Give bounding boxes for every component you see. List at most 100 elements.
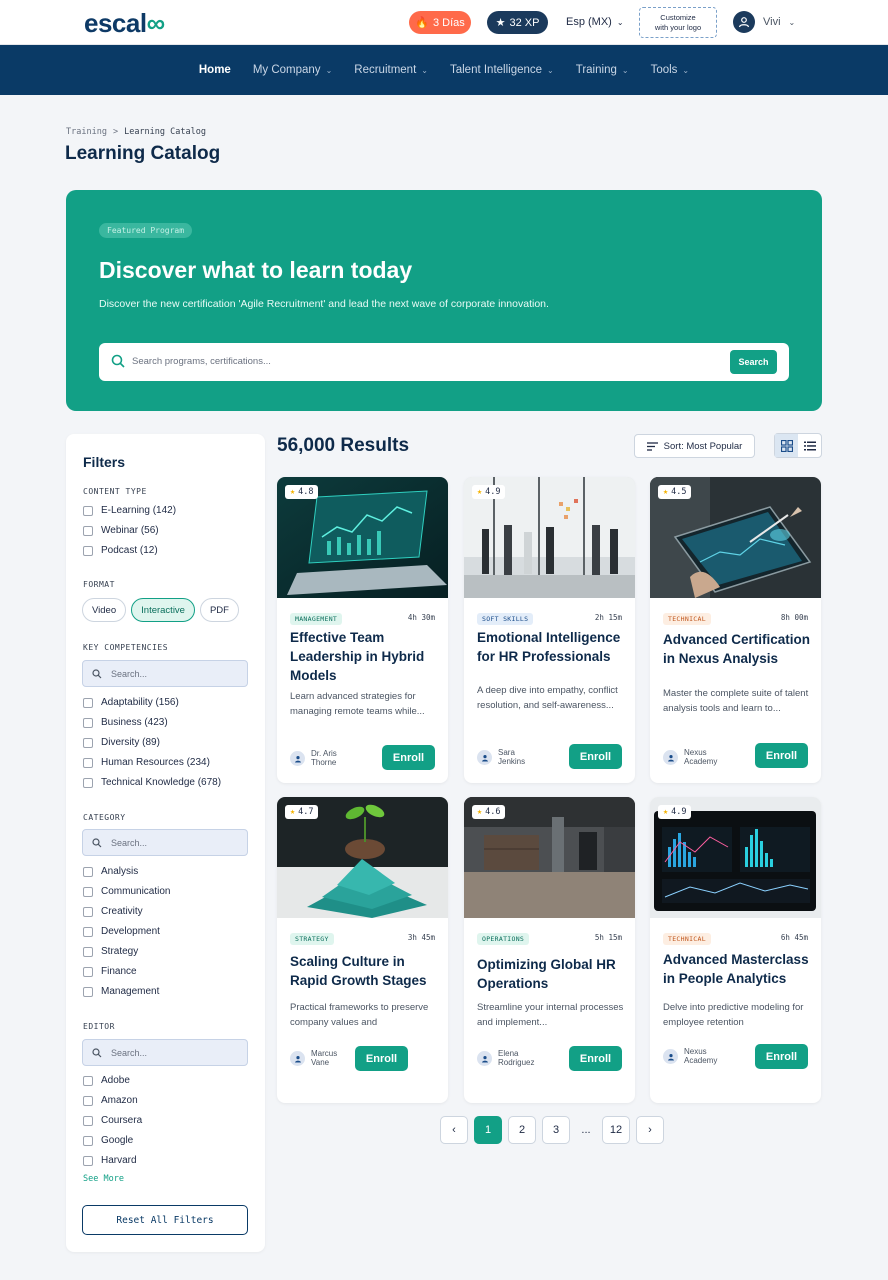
filter-adobe[interactable]: Adobe bbox=[83, 1075, 130, 1086]
filter-strategy[interactable]: Strategy bbox=[83, 946, 138, 957]
prev-page-button[interactable]: ‹ bbox=[440, 1116, 468, 1144]
reset-filters-button[interactable]: Reset All Filters bbox=[82, 1205, 248, 1235]
course-title[interactable]: Emotional Intelligence for HR Profession… bbox=[477, 628, 625, 666]
filter-business[interactable]: Business (423) bbox=[83, 717, 168, 728]
course-title[interactable]: Advanced Masterclass in People Analytics bbox=[663, 950, 811, 988]
breadcrumb-training[interactable]: Training bbox=[66, 127, 107, 137]
checkbox[interactable] bbox=[83, 1135, 93, 1146]
grid-view-button[interactable] bbox=[775, 434, 798, 457]
page-1-button[interactable]: 1 bbox=[474, 1116, 502, 1144]
course-title[interactable]: Optimizing Global HR Operations bbox=[477, 955, 625, 993]
enroll-button[interactable]: Enroll bbox=[355, 1046, 408, 1071]
sort-dropdown[interactable]: Sort: Most Popular bbox=[634, 434, 755, 458]
format-video-chip[interactable]: Video bbox=[82, 598, 127, 622]
checkbox[interactable] bbox=[83, 926, 93, 937]
checkbox[interactable] bbox=[83, 886, 93, 897]
enroll-button[interactable]: Enroll bbox=[755, 743, 808, 768]
streak-badge[interactable]: 🔥 3 Días bbox=[409, 11, 471, 34]
filter-adaptability[interactable]: Adaptability (156) bbox=[83, 697, 179, 708]
filter-diversity[interactable]: Diversity (89) bbox=[83, 737, 160, 748]
category-tag: TECHNICAL bbox=[663, 933, 711, 945]
user-icon bbox=[294, 755, 301, 763]
rating-badge: ★ 4.9 bbox=[658, 805, 692, 819]
escal-logo[interactable]: escal∞ bbox=[84, 8, 165, 39]
checkbox[interactable] bbox=[83, 1115, 93, 1126]
course-card[interactable]: ★ 4.8 MANAGEMENT 4h 30m Effective Team Le… bbox=[277, 477, 448, 783]
checkbox[interactable] bbox=[83, 525, 93, 536]
checkbox[interactable] bbox=[83, 505, 93, 516]
checkbox[interactable] bbox=[83, 966, 93, 977]
format-interactive-chip[interactable]: Interactive bbox=[131, 598, 195, 622]
hero-search-input[interactable]: Search programs, certifications... bbox=[132, 356, 271, 367]
course-card[interactable]: ★ 4.5 TECHNICAL 8h 00m Advanced Certifica… bbox=[650, 477, 821, 783]
enroll-button[interactable]: Enroll bbox=[569, 744, 622, 769]
filter-google[interactable]: Google bbox=[83, 1135, 133, 1146]
filter-technical-knowledge[interactable]: Technical Knowledge (678) bbox=[83, 777, 221, 788]
nav-item-home[interactable]: Home bbox=[199, 64, 231, 76]
list-icon bbox=[803, 441, 816, 450]
see-more-link[interactable]: See More bbox=[83, 1174, 124, 1184]
nav-item-recruitment[interactable]: Recruitment ⌄ bbox=[354, 64, 428, 76]
enroll-button[interactable]: Enroll bbox=[755, 1044, 808, 1069]
filter-podcast[interactable]: Podcast (12) bbox=[83, 545, 158, 556]
page-12-button[interactable]: 12 bbox=[602, 1116, 630, 1144]
checkbox[interactable] bbox=[83, 697, 93, 708]
filter-communication[interactable]: Communication bbox=[83, 886, 170, 897]
list-view-button[interactable] bbox=[798, 434, 821, 457]
page-2-button[interactable]: 2 bbox=[508, 1116, 536, 1144]
course-title[interactable]: Advanced Certification in Nexus Analysis bbox=[663, 630, 811, 668]
nav-item-talent-intelligence[interactable]: Talent Intelligence ⌄ bbox=[450, 64, 554, 76]
course-author: Sara Jenkins bbox=[477, 748, 542, 767]
checkbox[interactable] bbox=[83, 866, 93, 877]
filter-finance[interactable]: Finance bbox=[83, 966, 137, 977]
next-page-button[interactable]: › bbox=[636, 1116, 664, 1144]
filter-human-resources[interactable]: Human Resources (234) bbox=[83, 757, 210, 768]
format-pdf-chip[interactable]: PDF bbox=[199, 598, 239, 622]
course-card[interactable]: ★ 4.9 TECHNICAL 6h 45m Advanced Mastercla… bbox=[650, 797, 821, 1103]
course-card[interactable]: ★ 4.6 OPERATIONS 5h 15m Optimizing Global… bbox=[464, 797, 635, 1103]
course-title[interactable]: Effective Team Leadership in Hybrid Mode… bbox=[290, 628, 438, 685]
checkbox[interactable] bbox=[83, 777, 93, 788]
chevron-down-icon: ⌄ bbox=[325, 65, 333, 75]
checkbox[interactable] bbox=[83, 757, 93, 768]
filter-analysis[interactable]: Analysis bbox=[83, 866, 138, 877]
filter-coursera[interactable]: Coursera bbox=[83, 1115, 142, 1126]
nav-item-training[interactable]: Training ⌄ bbox=[576, 64, 629, 76]
checkbox[interactable] bbox=[83, 986, 93, 997]
filter-webinar[interactable]: Webinar (56) bbox=[83, 525, 159, 536]
star-icon: ★ bbox=[663, 487, 669, 497]
nav-item-my-company[interactable]: My Company ⌄ bbox=[253, 64, 332, 76]
course-card[interactable]: ★ 4.7 STRATEGY 3h 45m Scaling Culture in … bbox=[277, 797, 448, 1103]
competencies-search-input[interactable]: Search... bbox=[82, 660, 248, 687]
category-search-input[interactable]: Search... bbox=[82, 829, 248, 856]
search-button[interactable]: Search bbox=[730, 350, 777, 374]
editor-search-input[interactable]: Search... bbox=[82, 1039, 248, 1066]
checkbox[interactable] bbox=[83, 737, 93, 748]
checkbox[interactable] bbox=[83, 717, 93, 728]
customize-logo-button[interactable]: Customize with your logo bbox=[639, 7, 717, 38]
checkbox[interactable] bbox=[83, 1075, 93, 1086]
user-menu[interactable]: Vivi ⌄ bbox=[733, 11, 795, 33]
enroll-button[interactable]: Enroll bbox=[382, 745, 435, 770]
language-selector[interactable]: Esp (MX) ⌄ bbox=[566, 16, 624, 28]
course-card[interactable]: ★ 4.9 SOFT SKILLS 2h 15m Emotional Intell… bbox=[464, 477, 635, 783]
checkbox[interactable] bbox=[83, 545, 93, 556]
page-3-button[interactable]: 3 bbox=[542, 1116, 570, 1144]
checkbox[interactable] bbox=[83, 1155, 93, 1166]
nav-item-tools[interactable]: Tools ⌄ bbox=[651, 64, 690, 76]
filter-management[interactable]: Management bbox=[83, 986, 159, 997]
filter-creativity[interactable]: Creativity bbox=[83, 906, 143, 917]
checkbox[interactable] bbox=[83, 946, 93, 957]
hero-search-bar[interactable]: Search programs, certifications... Searc… bbox=[99, 343, 789, 381]
filter-e-learning[interactable]: E-Learning (142) bbox=[83, 505, 176, 516]
duration: 4h 30m bbox=[407, 613, 435, 622]
filter-amazon[interactable]: Amazon bbox=[83, 1095, 138, 1106]
filter-harvard[interactable]: Harvard bbox=[83, 1155, 137, 1166]
xp-badge[interactable]: ★ 32 XP bbox=[487, 11, 548, 34]
filter-development[interactable]: Development bbox=[83, 926, 160, 937]
course-title[interactable]: Scaling Culture in Rapid Growth Stages bbox=[290, 952, 438, 990]
checkbox[interactable] bbox=[83, 1095, 93, 1106]
course-description: Streamline your internal processes and i… bbox=[477, 1002, 624, 1028]
enroll-button[interactable]: Enroll bbox=[569, 1046, 622, 1071]
checkbox[interactable] bbox=[83, 906, 93, 917]
